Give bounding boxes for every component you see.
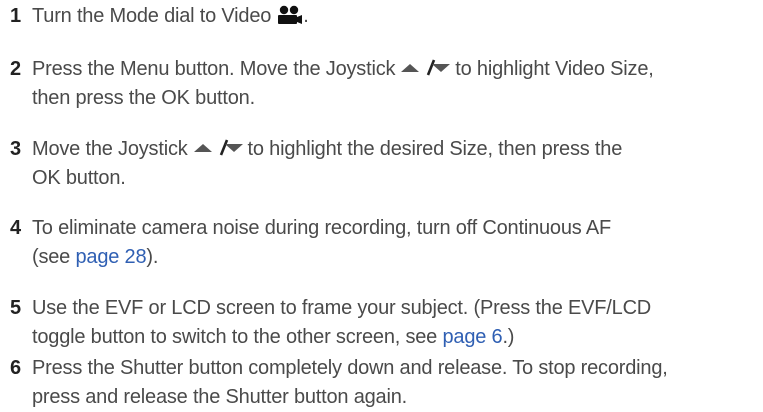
step-2: 2 Press the Menu button. Move the Joysti…	[10, 55, 755, 113]
step-text-part: to highlight Video Size,	[455, 58, 654, 80]
step-text: Press the Menu button. Move the Joystick…	[32, 55, 755, 113]
video-camera-icon	[278, 5, 303, 24]
step-text-part: Use the EVF or LCD screen to frame your …	[32, 297, 652, 319]
step-text-part: .)	[502, 326, 515, 348]
step-text-part: Turn the Mode dial to Video	[32, 5, 272, 27]
step-text: Use the EVF or LCD screen to frame your …	[32, 294, 755, 352]
up-down-arrows-icon	[193, 139, 243, 156]
step-text-part: (see	[32, 246, 76, 268]
step-number: 3	[10, 138, 22, 160]
step-text-part: To eliminate camera noise during recordi…	[32, 217, 611, 239]
up-down-arrows-icon	[401, 59, 451, 76]
step-number: 4	[10, 217, 22, 239]
step-text-part: to highlight the desired Size, then pres…	[247, 138, 623, 160]
step-text: Turn the Mode dial to Video .	[32, 2, 755, 31]
step-number: 1	[10, 5, 22, 27]
page-6-link[interactable]: page 6	[442, 326, 502, 348]
step-text: To eliminate camera noise during recordi…	[32, 214, 755, 272]
step-text-part: then press the OK button.	[32, 87, 255, 109]
step-text-part: toggle button to switch to the other scr…	[32, 326, 443, 348]
step-text: Move the Joystick to highlight the desir…	[32, 135, 755, 193]
step-number: 5	[10, 297, 22, 319]
step-text-part: .	[303, 5, 309, 27]
step-4: 4 To eliminate camera noise during recor…	[10, 214, 755, 272]
instruction-steps: 1 Turn the Mode dial to Video . 2 Press …	[0, 0, 763, 411]
step-1: 1 Turn the Mode dial to Video .	[10, 2, 755, 31]
step-number: 6	[10, 357, 22, 379]
step-text-part: Press the Shutter button completely down…	[32, 357, 668, 379]
step-number: 2	[10, 58, 22, 80]
step-text-part: OK button.	[32, 167, 126, 189]
step-text: Press the Shutter button completely down…	[32, 354, 755, 412]
step-text-part: press and release the Shutter button aga…	[32, 386, 407, 408]
step-6: 6 Press the Shutter button completely do…	[10, 354, 755, 412]
step-5: 5 Use the EVF or LCD screen to frame you…	[10, 294, 755, 352]
step-text-part: Move the Joystick	[32, 138, 188, 160]
step-text-part: Press the Menu button. Move the Joystick	[32, 58, 396, 80]
page-28-link[interactable]: page 28	[75, 246, 146, 268]
step-text-part: ).	[146, 246, 159, 268]
step-3: 3 Move the Joystick to highlight the des…	[10, 135, 755, 193]
